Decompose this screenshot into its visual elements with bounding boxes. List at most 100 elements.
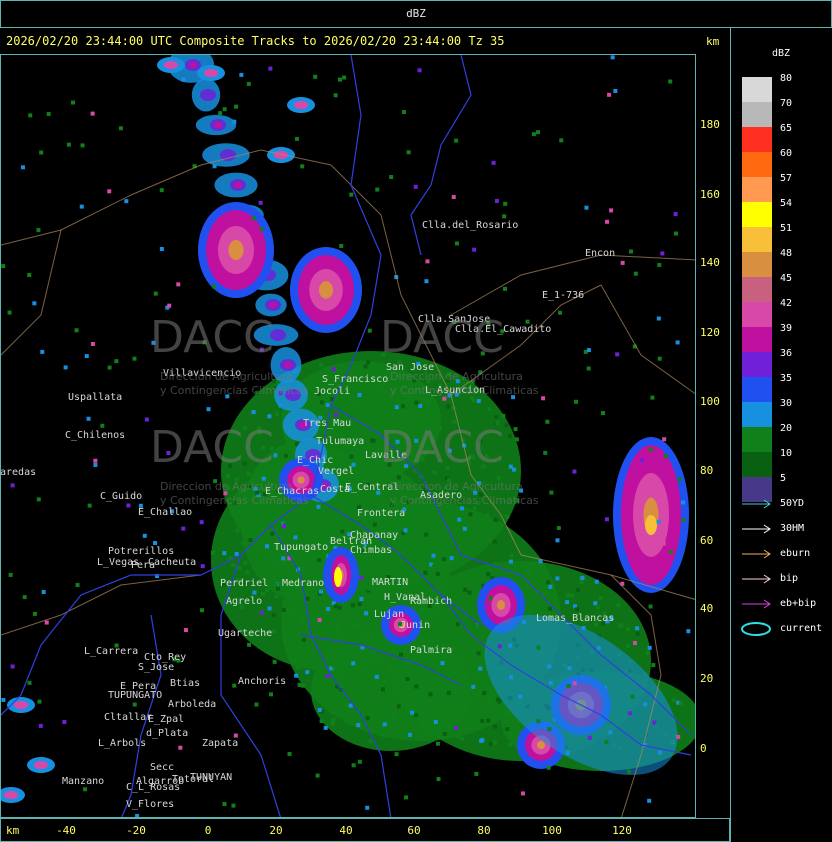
echo-pixel [259, 610, 264, 615]
echo-pixel [487, 695, 492, 700]
echo-pixel [331, 367, 336, 372]
echo-pixel [351, 763, 356, 768]
color-scale-label: 35 [780, 373, 793, 384]
color-scale-swatch [742, 202, 772, 227]
echo-pixel [281, 556, 286, 561]
x-tick-label: -40 [56, 824, 76, 837]
color-scale-swatch [742, 452, 772, 477]
echo-pixel [681, 518, 686, 523]
district-boundary [1, 574, 202, 636]
echo-pixel [337, 605, 342, 610]
echo-pixel [593, 601, 598, 606]
echo-pixel [363, 473, 368, 478]
place-label: E_Challao [138, 507, 193, 518]
place-label: Cltallar [104, 712, 153, 723]
echo-pixel [625, 643, 630, 648]
echo-pixel [142, 533, 147, 538]
echo-pixel [676, 734, 681, 739]
echo-pixel [375, 641, 380, 646]
echo-pixel [291, 611, 296, 616]
x-tick-label: 100 [542, 824, 562, 837]
storm-cell-peak [537, 741, 545, 749]
echo-pixel [410, 710, 415, 715]
echo-pixel [486, 572, 491, 577]
x-tick-label: 60 [407, 824, 421, 837]
echo-pixel [305, 670, 310, 675]
echo-pixel [388, 667, 393, 672]
echo-pixel [462, 526, 467, 531]
echo-pixel [643, 702, 648, 707]
echo-pixel [153, 540, 158, 545]
echo-pixel [396, 475, 401, 480]
echo-pixel [178, 745, 183, 750]
place-label: Ugarteche [218, 628, 273, 639]
echo-pixel [363, 364, 368, 369]
echo-pixel [566, 684, 571, 689]
echo-pixel [234, 104, 239, 109]
echo-pixel [488, 742, 493, 747]
echo-pixel [389, 519, 394, 524]
echo-pixel [82, 787, 87, 792]
echo-pixel [536, 719, 541, 724]
y-tick-label: 140 [700, 256, 720, 269]
echo-pixel [632, 640, 637, 645]
echo-pixel [672, 698, 677, 703]
echo-pixel [267, 606, 272, 611]
echo-pixel [660, 251, 665, 256]
echo-pixel [280, 534, 285, 539]
echo-cell-core [269, 302, 277, 308]
echo-pixel [275, 586, 280, 591]
echo-pixel [406, 672, 411, 677]
echo-pixel [132, 356, 137, 361]
echo-pixel [372, 522, 377, 527]
echo-pixel [526, 585, 531, 590]
echo-pixel [613, 88, 618, 93]
echo-pixel [514, 437, 519, 442]
echo-pixel [454, 528, 459, 533]
echo-pixel [505, 514, 510, 519]
echo-pixel [357, 393, 362, 398]
echo-pixel [350, 683, 355, 688]
echo-pixel [376, 597, 381, 602]
echo-pixel [574, 399, 579, 404]
legend-label: eb+bip [780, 598, 817, 609]
dacc-watermark-line1: Direccion de Agricultura [160, 370, 293, 383]
echo-cell-core [200, 89, 216, 101]
echo-pixel [32, 611, 37, 616]
echo-pixel [648, 604, 653, 609]
place-label: Costa [320, 484, 351, 495]
place-label: Vergel [318, 466, 355, 477]
echo-pixel [635, 626, 640, 631]
place-label: Frontera [357, 508, 406, 519]
color-scale-label: 45 [780, 273, 793, 284]
track-arrow-icon [742, 549, 771, 559]
echo-pixel [293, 535, 298, 540]
echo-pixel [674, 231, 679, 236]
place-label: Encon [585, 248, 616, 259]
echo-pixel [610, 55, 615, 60]
echo-pixel [325, 644, 330, 649]
dacc-watermark-brand: DACC [380, 422, 504, 473]
echo-pixel [100, 423, 105, 428]
echo-pixel [414, 684, 419, 689]
echo-pixel [650, 395, 655, 400]
echo-pixel [206, 407, 211, 412]
echo-pixel [404, 661, 409, 666]
track-arrow-icon [742, 499, 771, 509]
legend-label: current [780, 623, 823, 634]
place-label: C_Guido [100, 491, 143, 502]
place-label: TUPUNGATO [108, 690, 163, 701]
echo-pixel [234, 551, 239, 556]
echo-pixel [1, 697, 6, 702]
echo-pixel [222, 802, 227, 807]
track-arrow-icon [742, 574, 771, 584]
echo-pixel [488, 538, 493, 543]
echo-pixel [344, 702, 349, 707]
echo-pixel [413, 184, 418, 189]
echo-pixel [494, 415, 499, 420]
y-tick-label: 20 [700, 672, 714, 685]
echo-pixel [46, 112, 51, 117]
echo-pixel [271, 629, 276, 634]
echo-pixel [661, 541, 666, 546]
echo-pixel [8, 572, 13, 577]
